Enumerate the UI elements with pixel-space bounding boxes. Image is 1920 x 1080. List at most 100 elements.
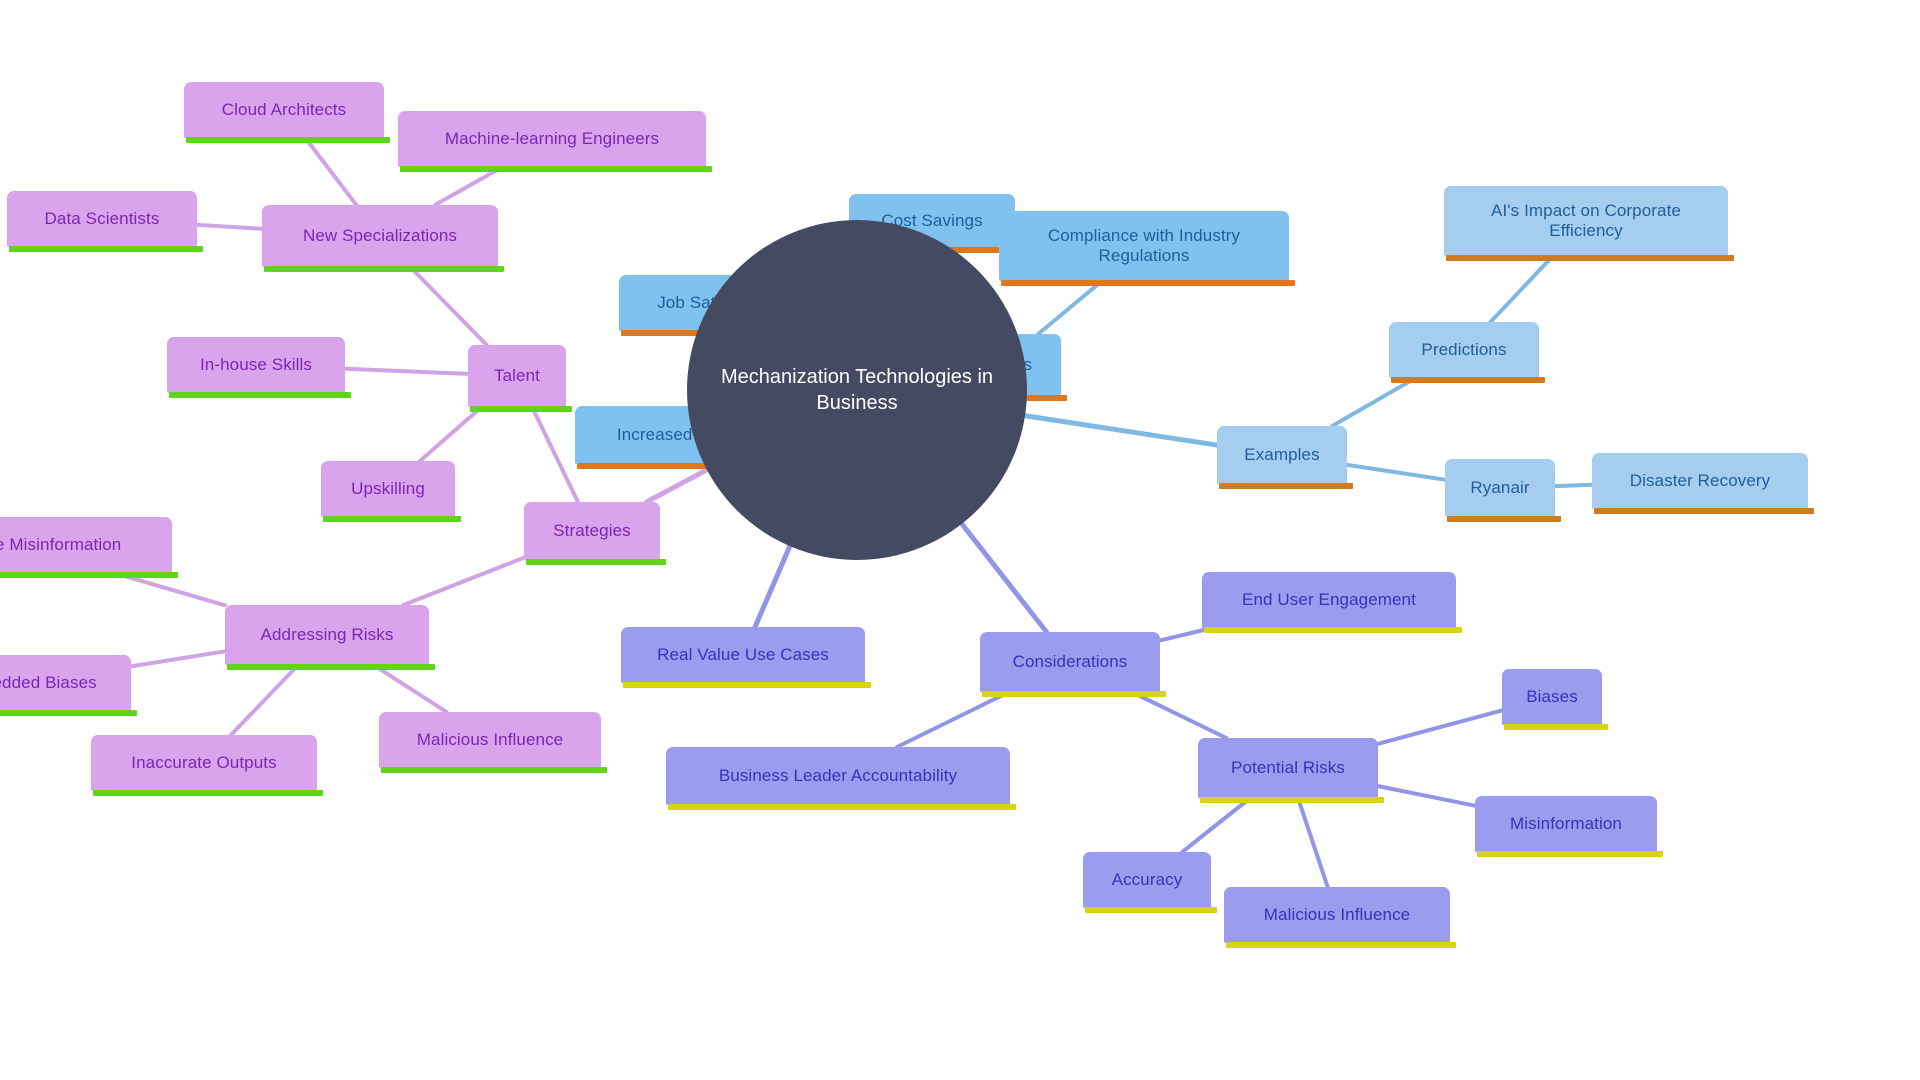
node-underline [668,804,1016,810]
node-underline [982,691,1166,697]
node-inaccurate-outputs[interactable]: Inaccurate Outputs [91,735,323,796]
node-label: Predictions [1421,339,1507,359]
node-cloud-architects[interactable]: Cloud Architects [184,82,390,143]
edge-addressing-risks-to-inaccurate-outputs [228,663,301,737]
node-underline [1204,627,1462,633]
node-talent[interactable]: Talent [468,345,572,412]
node-underline [0,710,137,716]
mindmap-canvas: Cloud Architects Machine-learning Enginee… [0,0,1920,1080]
node-label: Considerations [1012,651,1128,671]
node-label: New Specializations [302,225,458,245]
node-label: Strategies [553,520,631,540]
edge-root-to-strategies [644,465,713,505]
node-underline [1447,516,1561,522]
node-addressing-risks[interactable]: Addressing Risks [225,605,435,670]
node-label: Potential Risks [1231,757,1345,777]
node-label: End User Engagement [1242,589,1416,609]
edge-potential-risks-to-malicious-influence-right [1296,796,1330,889]
node-underline [1200,797,1384,803]
node-underline [1085,907,1217,913]
node-underline [93,790,323,796]
edge-addressing-risks-to-malicious-influence-left [371,663,449,714]
node-label: Inaccurate Outputs [131,752,277,772]
node-examples[interactable]: Examples [1217,426,1353,489]
edge-ryanair-to-disaster-recovery [1553,482,1594,489]
root-node[interactable]: Mechanization Technologies in Business [687,220,1027,560]
edge-talent-to-upskilling [417,405,484,463]
node-underline [264,266,504,272]
node-label: Real Value Use Cases [657,644,829,664]
node-underline [381,767,607,773]
node-ai-impact-efficiency[interactable]: AI's Impact on Corporate Efficiency [1444,186,1734,261]
node-new-specializations[interactable]: New Specializations [262,205,504,272]
node-underline [1219,483,1353,489]
node-accuracy[interactable]: Accuracy [1083,852,1217,913]
edge-root-to-considerations [956,518,1050,635]
node-strategies[interactable]: Strategies [524,502,666,565]
node-disaster-recovery[interactable]: Disaster Recovery [1592,453,1814,514]
node-underline [1226,942,1456,948]
edge-benefits-to-compliance-regulations [1036,279,1104,336]
node-label: Compliance with Industry Regulations [1047,225,1241,265]
node-data-scientists[interactable]: Data Scientists [7,191,203,252]
edge-new-specializations-to-machine-learning-engineers [432,165,505,207]
node-label: Biases [1526,686,1578,706]
edge-talent-to-new-specializations [408,265,489,347]
node-underline [1446,255,1734,261]
root-node-label: Mechanization Technologies in Business [720,366,994,414]
node-label: Addressing Risks [260,624,394,644]
node-machine-learning-engineers[interactable]: Machine-learning Engineers [398,111,712,172]
node-misinformation[interactable]: Misinformation [1475,796,1663,857]
node-malicious-influence-left[interactable]: Malicious Influence [379,712,607,773]
node-label: AI's Impact on Corporate Efficiency [1491,200,1681,240]
edge-predictions-to-ai-impact-efficiency [1488,254,1555,324]
node-large-scale-misinformation[interactable]: Large-scale Misinformation [0,517,178,578]
edge-root-to-real-value-use-cases [752,539,794,630]
node-ryanair[interactable]: Ryanair [1445,459,1561,522]
node-underline [1504,724,1608,730]
edge-considerations-to-business-leader-accountability [895,690,1011,749]
node-label: Business Leader Accountability [718,765,958,785]
node-underline [9,246,203,252]
edge-new-specializations-to-cloud-architects [303,136,359,207]
edge-potential-risks-to-biases [1376,708,1504,746]
node-potential-risks[interactable]: Potential Risks [1198,738,1384,803]
node-underline [1001,280,1295,286]
node-business-leader-accountability[interactable]: Business Leader Accountability [666,747,1016,810]
node-label: Malicious Influence [416,729,564,749]
node-underline [1391,377,1545,383]
node-real-value-use-cases[interactable]: Real Value Use Cases [621,627,871,688]
node-underline [470,406,572,412]
edge-strategies-to-addressing-risks [401,555,526,607]
node-predictions[interactable]: Predictions [1389,322,1545,383]
node-label: Machine-learning Engineers [444,128,660,148]
node-malicious-influence-right[interactable]: Malicious Influence [1224,887,1456,948]
node-underline [1594,508,1814,514]
edge-strategies-to-talent [530,405,580,504]
node-underline [323,516,461,522]
edge-new-specializations-to-data-scientists [195,222,264,231]
node-label: Ryanair [1470,477,1530,497]
edge-considerations-to-potential-risks [1129,690,1229,740]
node-embedded-biases[interactable]: Embedded Biases [0,655,137,716]
node-in-house-skills[interactable]: In-house Skills [167,337,351,398]
edge-talent-to-in-house-skills [343,366,470,376]
node-underline [227,664,435,670]
node-label: Data Scientists [44,208,160,228]
node-label: Upskilling [351,478,425,498]
edge-examples-to-ryanair [1345,462,1447,482]
edge-root-to-examples [1018,412,1220,448]
node-upskilling[interactable]: Upskilling [321,461,461,522]
node-underline [400,166,712,172]
node-underline [623,682,871,688]
node-underline [0,572,178,578]
node-underline [1477,851,1663,857]
node-label: Large-scale Misinformation [0,534,122,554]
node-compliance-regulations[interactable]: Compliance with Industry Regulations [999,211,1295,286]
node-considerations[interactable]: Considerations [980,632,1166,697]
node-biases[interactable]: Biases [1502,669,1608,730]
node-end-user-engagement[interactable]: End User Engagement [1202,572,1462,633]
node-label: Malicious Influence [1263,904,1411,924]
node-underline [169,392,351,398]
node-underline [526,559,666,565]
